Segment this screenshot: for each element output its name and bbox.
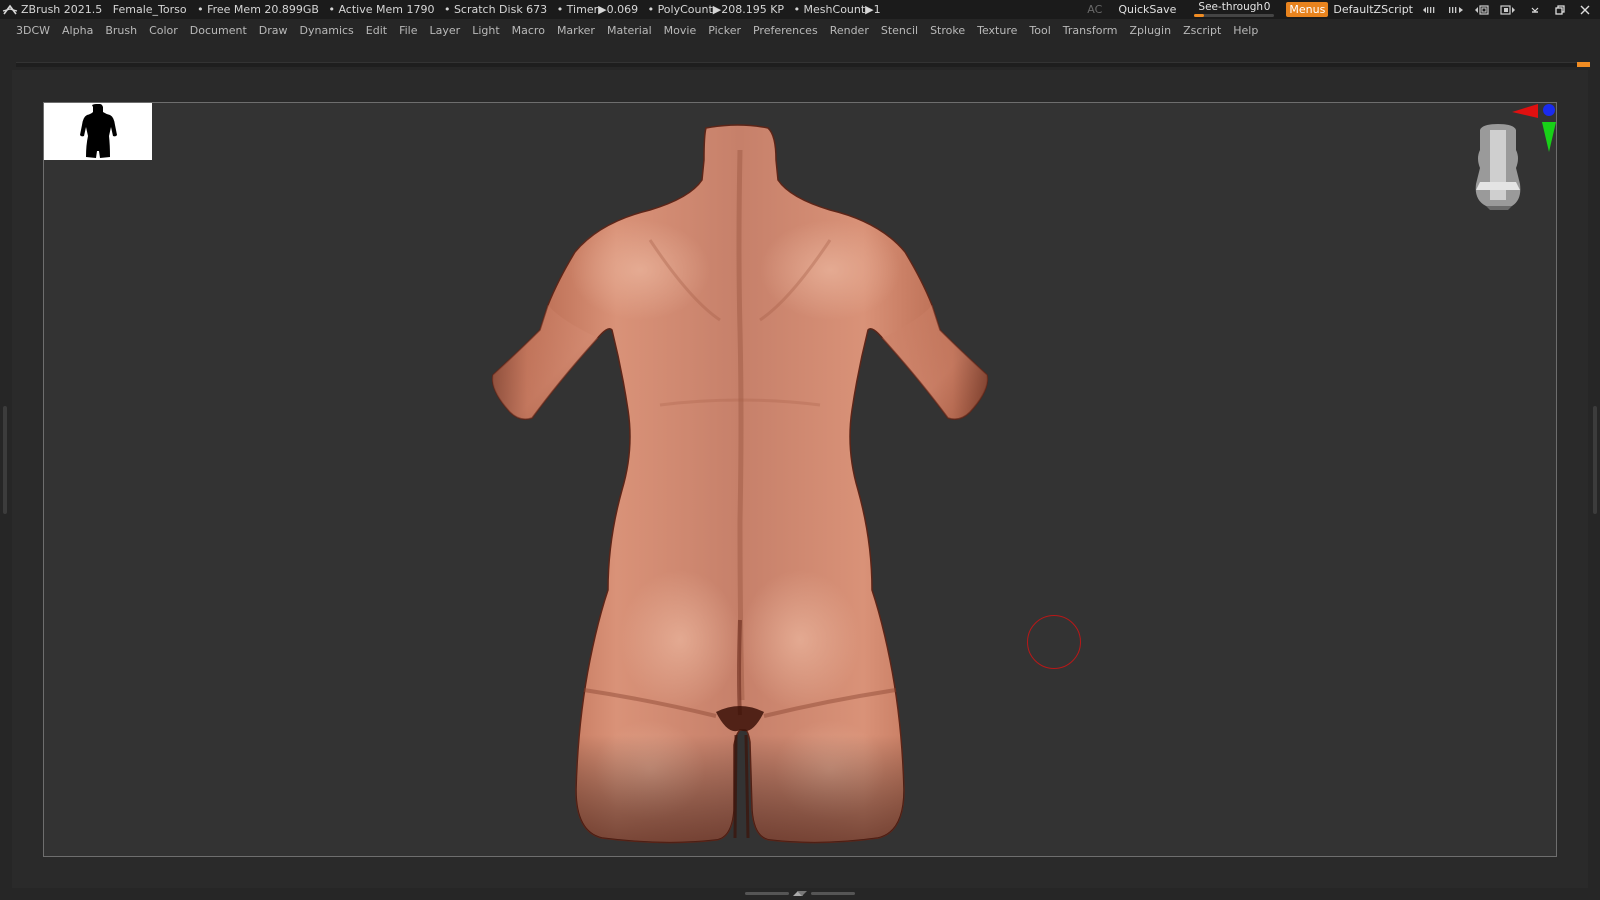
brush-cursor — [1027, 615, 1081, 669]
right-tray-handle[interactable] — [1593, 406, 1597, 514]
thigh-gap — [733, 734, 750, 839]
torso-model[interactable] — [0, 0, 1600, 900]
torso-shade — [492, 125, 988, 843]
bottom-tray-handle[interactable] — [745, 891, 855, 897]
left-tray-handle[interactable] — [3, 406, 7, 514]
navigation-gizmo-icon[interactable] — [1475, 104, 1556, 210]
